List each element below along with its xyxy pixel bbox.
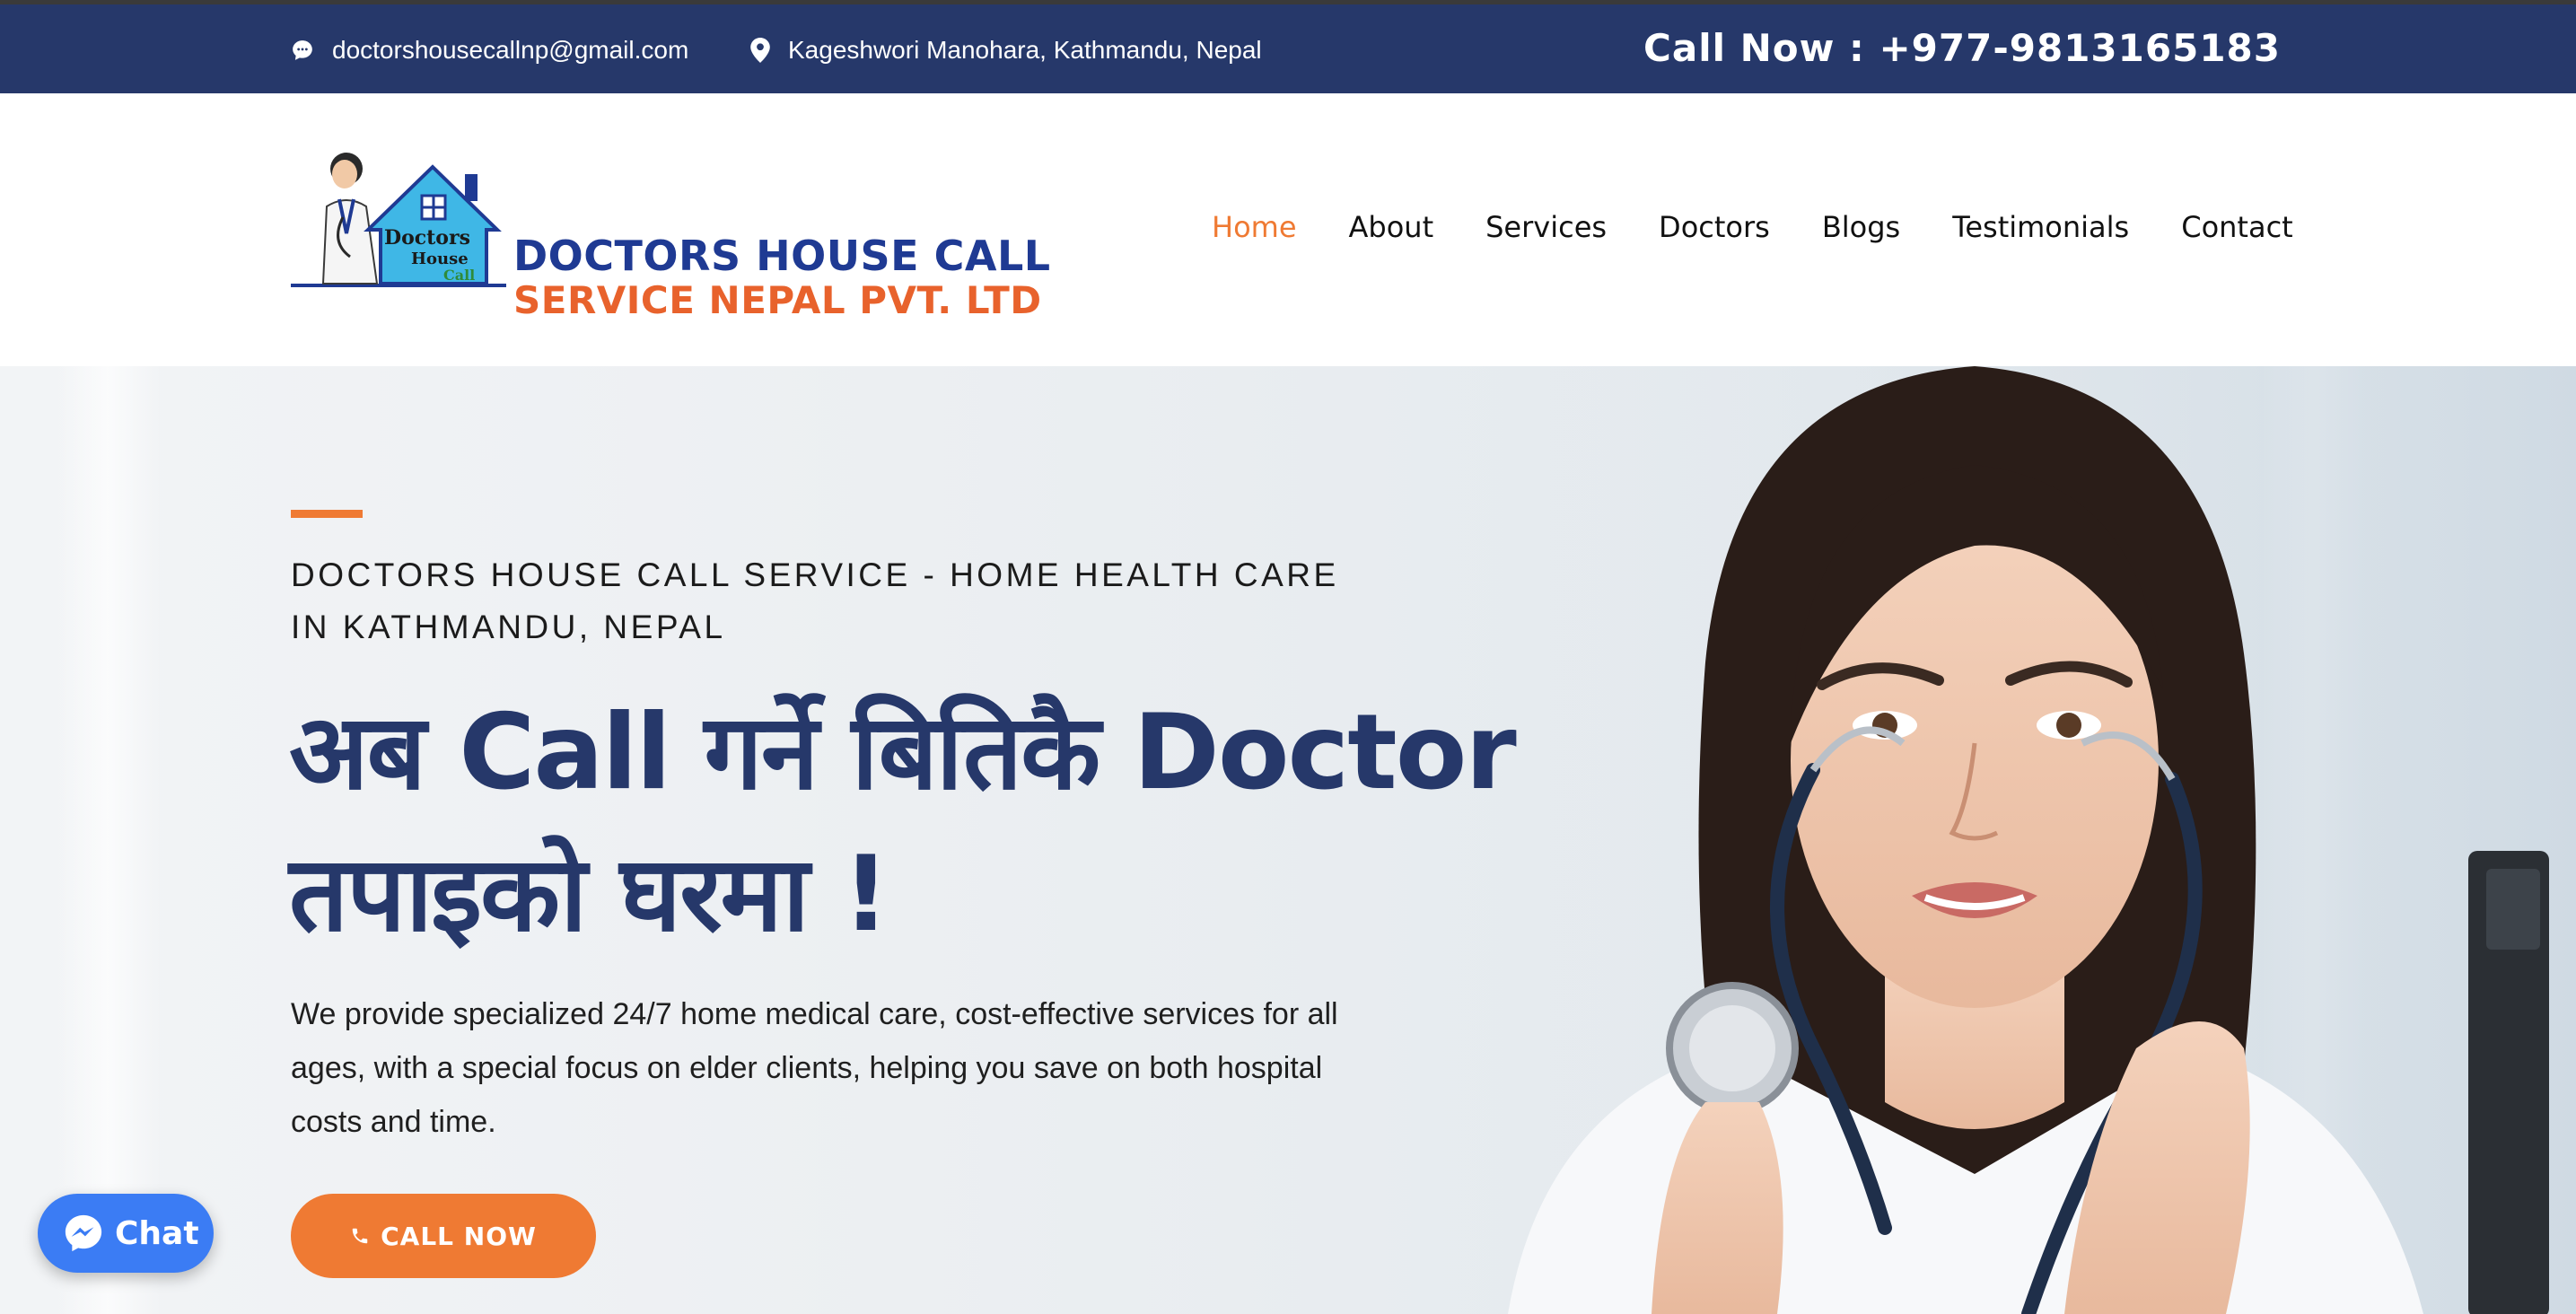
logo-emblem-text-call: Call [443, 267, 475, 284]
chat-label: Chat [115, 1214, 199, 1252]
site-logo[interactable]: Doctors House Call DOCTORS HOUSE CALL SE… [291, 144, 1050, 386]
logo-emblem-text-house: House [411, 250, 469, 268]
site-header: Doctors House Call DOCTORS HOUSE CALL SE… [0, 93, 2576, 366]
address-text: Kageshwori Manohara, Kathmandu, Nepal [788, 36, 1262, 64]
logo-title-line2: SERVICE NEPAL PVT. LTD [513, 278, 1042, 322]
hero-subtitle: DOCTORS HOUSE CALL SERVICE - HOME HEALTH… [291, 556, 1339, 645]
messenger-chat-button[interactable]: Chat [38, 1194, 214, 1273]
doctor-house-logo-emblem: Doctors House Call [291, 153, 506, 287]
phone-icon [352, 1228, 368, 1244]
logo-title-line1: DOCTORS HOUSE CALL [513, 232, 1051, 280]
email-text: doctorshousecallnp@gmail.com [332, 36, 689, 64]
page: doctorshousecallnp@gmail.com Kageshwori … [0, 0, 2576, 1314]
call-now-button[interactable]: CALL NOW [291, 1194, 596, 1278]
top-contact-bar: doctorshousecallnp@gmail.com Kageshwori … [0, 0, 2576, 93]
nav-item-home[interactable]: Home [1212, 210, 1297, 244]
call-now-phone-link[interactable]: Call Now : +977-9813165183 [1643, 26, 2281, 70]
hero-accent-line [291, 510, 363, 518]
background-window-light [54, 366, 162, 1314]
map-pin-icon [750, 38, 770, 63]
doctor-photo [1436, 366, 2576, 1314]
nav-item-contact[interactable]: Contact [2181, 210, 2293, 244]
nav-item-doctors[interactable]: Doctors [1659, 210, 1770, 244]
address-info: Kageshwori Manohara, Kathmandu, Nepal [750, 34, 1262, 66]
hero-banner: DOCTORS HOUSE CALL SERVICE - HOME HEALTH… [0, 366, 2576, 1314]
chat-bubble-icon [293, 40, 312, 60]
nav-item-blogs[interactable]: Blogs [1822, 210, 1900, 244]
hero-description: We provide specialized 24/7 home medical… [291, 997, 1338, 1139]
main-navigation: Home About Services Doctors Blogs Testim… [1212, 210, 2293, 244]
messenger-icon [65, 1214, 102, 1252]
hero-title: अब Call गर्ने बितिकै Doctor तपाइको घरमा … [289, 692, 1517, 955]
email-link[interactable]: doctorshousecallnp@gmail.com [291, 34, 688, 66]
logo-emblem-text-doctors: Doctors [384, 226, 470, 250]
call-now-label: CALL NOW [381, 1221, 537, 1251]
nav-item-services[interactable]: Services [1485, 210, 1607, 244]
nav-item-testimonials[interactable]: Testimonials [1952, 210, 2129, 244]
nav-item-about[interactable]: About [1349, 210, 1434, 244]
